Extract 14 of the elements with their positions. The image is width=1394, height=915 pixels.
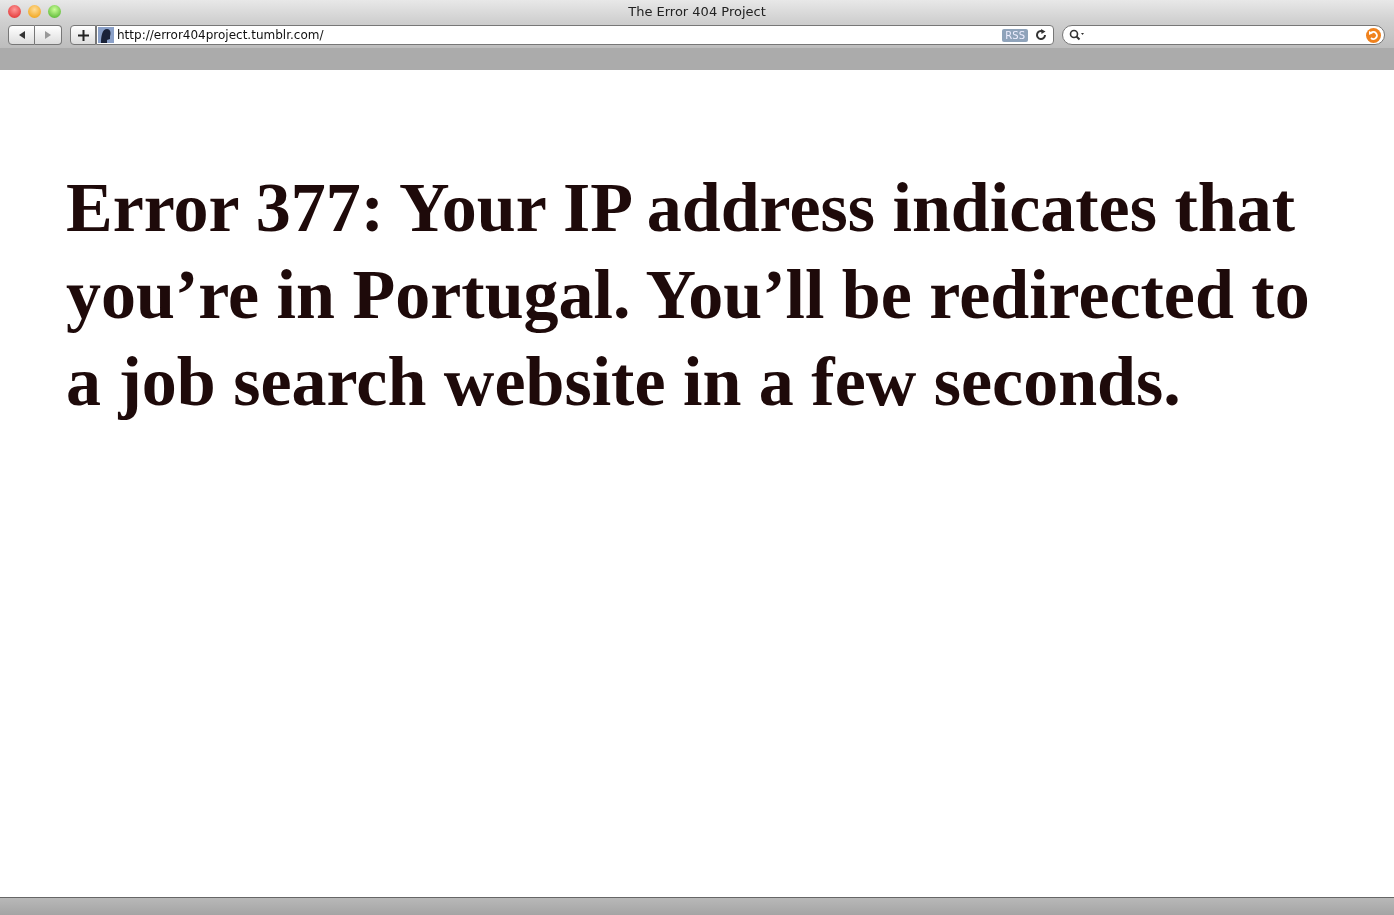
add-bookmark-button[interactable] xyxy=(70,25,96,45)
right-triangle-icon xyxy=(43,30,53,40)
reload-icon[interactable] xyxy=(1035,29,1047,41)
search-field[interactable] xyxy=(1062,25,1385,45)
window-title: The Error 404 Project xyxy=(628,3,766,19)
plus-icon xyxy=(77,29,89,41)
silhouette-icon xyxy=(98,27,114,43)
back-button[interactable] xyxy=(8,25,35,45)
address-field[interactable]: http://error404project.tumblr.com/ RSS xyxy=(96,25,1054,45)
snapback-icon[interactable] xyxy=(1366,27,1381,43)
error-message: Error 377: Your IP address indicates that you’re in Portugal. You’ll be redirected to a job search website in a few seconds. xyxy=(66,168,1311,422)
forward-button[interactable] xyxy=(35,25,62,45)
close-button[interactable] xyxy=(8,4,21,18)
search-icon xyxy=(1069,29,1085,41)
